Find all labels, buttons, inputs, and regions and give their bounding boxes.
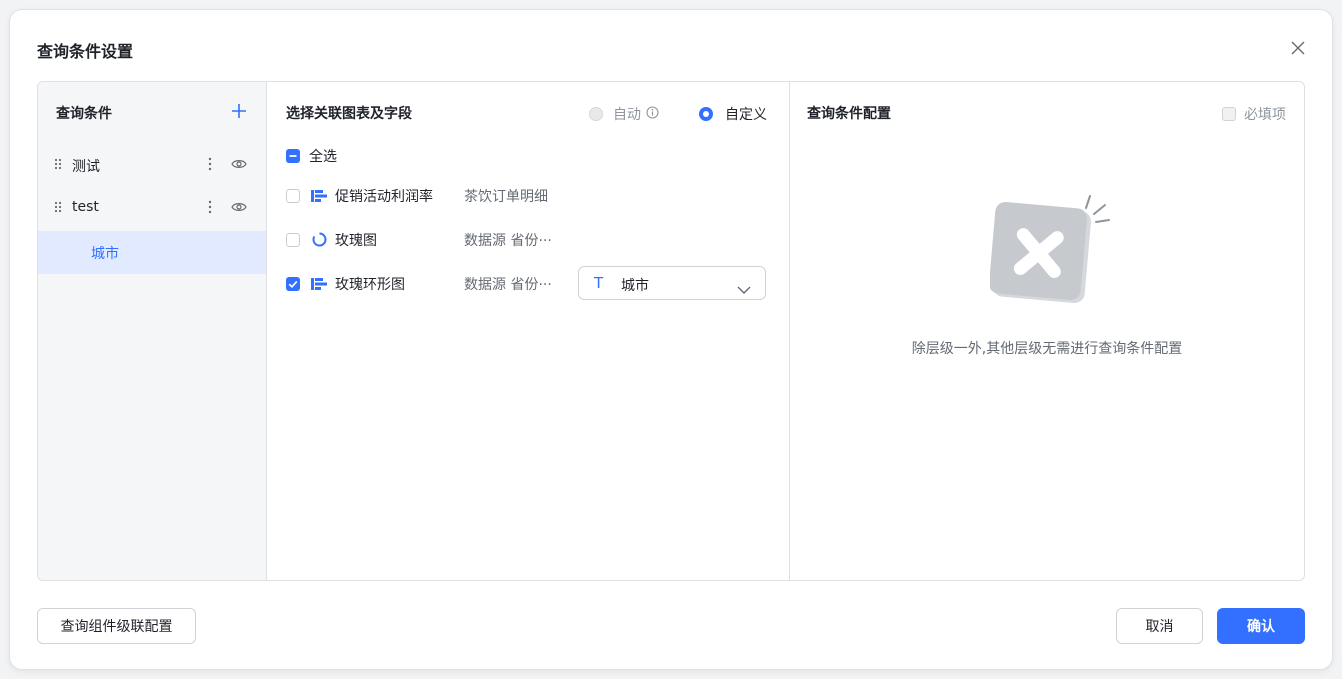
radio-custom[interactable]: 自定义 [699, 104, 767, 124]
chart-row-source: 数据源 省份··· [464, 233, 552, 249]
query-condition-list: 查询条件 测试 test 城市 [38, 82, 267, 580]
close-icon[interactable] [1290, 40, 1306, 56]
info-icon[interactable] [646, 105, 659, 123]
query-condition-config: 查询条件配置 必填项 除层级一外,其他层级无需进行查询条件配置 [790, 82, 1304, 580]
chart-row-name: 玫瑰环形图 [335, 277, 405, 293]
cascade-config-button[interactable]: 查询组件级联配置 [37, 608, 196, 644]
field-select[interactable]: T 城市 [578, 266, 766, 300]
eye-icon[interactable] [231, 201, 247, 217]
radio-custom-label: 自定义 [725, 107, 767, 123]
linked-chart-title: 选择关联图表及字段 [286, 106, 412, 122]
text-field-icon: T [594, 274, 604, 292]
required-label: 必填项 [1244, 107, 1286, 123]
radio-auto[interactable]: 自动 [589, 104, 659, 124]
chart-row-source: 数据源 省份··· [464, 277, 552, 293]
more-vertical-icon[interactable] [208, 157, 212, 175]
chart-row-checkbox[interactable] [286, 277, 300, 291]
chart-row-checkbox[interactable] [286, 189, 300, 203]
config-title: 查询条件配置 [807, 106, 891, 122]
bar-chart-icon [311, 276, 327, 295]
bar-chart-icon [311, 188, 327, 207]
radio-auto-button[interactable] [589, 107, 603, 121]
cancel-button[interactable]: 取消 [1116, 608, 1203, 644]
empty-state-illustration [988, 192, 1120, 316]
drag-handle-icon[interactable] [54, 201, 62, 217]
radio-auto-label: 自动 [613, 107, 641, 123]
eye-icon[interactable] [231, 158, 247, 174]
condition-subitem-label: 城市 [91, 246, 119, 262]
chevron-down-icon [737, 279, 751, 298]
ring-chart-icon [312, 232, 327, 251]
dialog-title: 查询条件设置 [37, 42, 134, 61]
chart-row-name: 促销活动利润率 [335, 189, 433, 205]
plus-icon[interactable] [230, 102, 248, 120]
chart-row-source: 茶饮订单明细 [464, 189, 548, 205]
condition-item-test[interactable]: test [38, 188, 266, 228]
drag-handle-icon[interactable] [54, 158, 62, 174]
settings-panel: 查询条件 测试 test 城市 选择关联图表及字段 自动 自定义 全选 促销活动… [37, 81, 1305, 581]
condition-item-label: test [72, 199, 99, 215]
chart-row-checkbox[interactable] [286, 233, 300, 247]
condition-subitem-city[interactable]: 城市 [38, 231, 266, 274]
required-checkbox-box[interactable] [1222, 107, 1236, 121]
confirm-button[interactable]: 确认 [1217, 608, 1305, 644]
select-all-checkbox[interactable] [286, 149, 300, 163]
query-condition-title: 查询条件 [56, 106, 112, 122]
query-settings-dialog: 查询条件设置 查询条件 测试 test 城市 选择关联图表及字段 自动 自定义 … [10, 10, 1332, 669]
radio-custom-button[interactable] [699, 107, 713, 121]
condition-item-label: 测试 [72, 159, 100, 175]
empty-state-text: 除层级一外,其他层级无需进行查询条件配置 [911, 341, 1183, 357]
required-checkbox[interactable]: 必填项 [1222, 104, 1286, 124]
chart-row-name: 玫瑰图 [335, 233, 377, 249]
more-vertical-icon[interactable] [208, 200, 212, 218]
condition-item-test-cn[interactable]: 测试 [38, 145, 266, 185]
select-all-label: 全选 [309, 149, 337, 165]
linked-chart-field-section: 选择关联图表及字段 自动 自定义 全选 促销活动利润率 茶饮订单明细 玫瑰图 数… [267, 82, 790, 580]
field-select-value: 城市 [621, 278, 649, 294]
